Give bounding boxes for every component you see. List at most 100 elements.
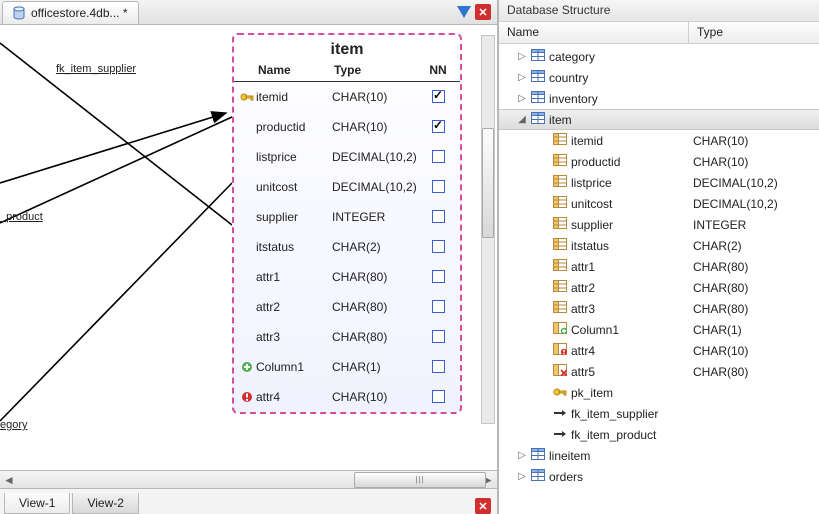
tree-child-row[interactable]: pk_item — [499, 382, 819, 403]
entity-row[interactable]: supplierINTEGER — [234, 202, 460, 232]
menu-triangle-icon[interactable] — [457, 6, 471, 18]
close-editor-icon[interactable]: ✕ — [475, 4, 491, 20]
node-type: DECIMAL(10,2) — [689, 197, 813, 211]
entity-rows: itemidCHAR(10)productidCHAR(10)listprice… — [234, 82, 460, 412]
nn-checkbox[interactable] — [432, 330, 452, 344]
nn-checkbox[interactable] — [432, 210, 452, 224]
nn-checkbox[interactable] — [432, 360, 452, 374]
column-type: CHAR(1) — [332, 360, 432, 374]
entity-item[interactable]: item Name Type NN itemidCHAR(10)producti… — [232, 33, 462, 414]
node-label: attr3 — [571, 302, 595, 316]
nn-checkbox[interactable] — [432, 120, 452, 134]
entity-row[interactable]: attr3CHAR(80) — [234, 322, 460, 352]
canvas-vscroll[interactable] — [481, 35, 495, 424]
tree-table-row[interactable]: ▷inventory — [499, 88, 819, 109]
app-root: officestore.4db... * ✕ fk_item_supplier … — [0, 0, 819, 514]
column-name: Column1 — [256, 360, 332, 374]
nn-checkbox[interactable] — [432, 180, 452, 194]
node-icon — [553, 407, 567, 421]
node-type: CHAR(10) — [689, 155, 813, 169]
structure-header: Name Type — [499, 22, 819, 44]
tree-table-row[interactable]: ▷country — [499, 67, 819, 88]
entity-row[interactable]: attr2CHAR(80) — [234, 292, 460, 322]
tree-child-row[interactable]: fk_item_supplier — [499, 403, 819, 424]
hscroll-track[interactable]: ||| — [18, 472, 479, 488]
row-status-icon — [238, 92, 256, 102]
nn-checkbox[interactable] — [432, 390, 452, 404]
expand-twist-icon[interactable]: ▷ — [517, 93, 527, 104]
node-label: fk_item_product — [571, 428, 656, 442]
node-label: fk_item_supplier — [571, 407, 658, 421]
er-canvas[interactable]: fk_item_supplier _product egory item Nam… — [0, 25, 497, 470]
node-label: productid — [571, 155, 620, 169]
tree-child-row[interactable]: attr4CHAR(10) — [499, 340, 819, 361]
tree-child-row[interactable]: listpriceDECIMAL(10,2) — [499, 172, 819, 193]
structure-header-type[interactable]: Type — [689, 22, 819, 43]
expand-twist-icon[interactable]: ◢ — [517, 114, 527, 125]
view-tabbar: View-1 View-2 ✕ — [0, 488, 497, 514]
entity-row[interactable]: attr4CHAR(10) — [234, 382, 460, 412]
hscroll-left-icon[interactable]: ◄ — [0, 473, 18, 487]
editor-tab-label: officestore.4db... * — [31, 6, 128, 20]
tree-child-row[interactable]: Column1CHAR(1) — [499, 319, 819, 340]
column-type: CHAR(80) — [332, 330, 432, 344]
canvas-vscroll-thumb[interactable] — [482, 128, 494, 238]
tree-child-row[interactable]: productid CHAR(10) — [499, 151, 819, 172]
node-icon — [553, 280, 567, 295]
column-name: attr3 — [256, 330, 332, 344]
column-type: DECIMAL(10,2) — [332, 150, 432, 164]
nn-checkbox[interactable] — [432, 90, 452, 104]
structure-tree[interactable]: ▷category▷country▷inventory◢itemitemidCH… — [499, 44, 819, 514]
canvas-hscroll[interactable]: ◄ ||| ► — [0, 470, 497, 488]
column-name: listprice — [256, 150, 332, 164]
row-status-icon — [238, 391, 256, 403]
entity-row[interactable]: itstatusCHAR(2) — [234, 232, 460, 262]
tree-child-row[interactable]: attr5CHAR(80) — [499, 361, 819, 382]
stub-category[interactable]: egory — [0, 419, 28, 431]
structure-title: Database Structure — [499, 0, 819, 22]
nn-checkbox[interactable] — [432, 150, 452, 164]
fk-label[interactable]: fk_item_supplier — [56, 63, 136, 75]
close-icon: ✕ — [475, 498, 491, 514]
node-icon — [531, 49, 545, 64]
hscroll-thumb[interactable]: ||| — [354, 472, 486, 488]
entity-row[interactable]: attr1CHAR(80) — [234, 262, 460, 292]
node-label: listprice — [571, 176, 612, 190]
expand-twist-icon[interactable]: ▷ — [517, 72, 527, 83]
node-icon — [553, 196, 567, 211]
tree-table-row[interactable]: ▷orders — [499, 466, 819, 487]
column-name: attr2 — [256, 300, 332, 314]
nn-checkbox[interactable] — [432, 300, 452, 314]
nn-checkbox[interactable] — [432, 270, 452, 284]
stub-product[interactable]: _product — [0, 211, 43, 223]
entity-row[interactable]: productidCHAR(10) — [234, 112, 460, 142]
view-tab-2[interactable]: View-2 — [72, 493, 138, 514]
tree-child-row[interactable]: itstatusCHAR(2) — [499, 235, 819, 256]
editor-tab[interactable]: officestore.4db... * — [2, 1, 139, 24]
expand-twist-icon[interactable]: ▷ — [517, 471, 527, 482]
entity-row[interactable]: Column1CHAR(1) — [234, 352, 460, 382]
entity-row[interactable]: itemidCHAR(10) — [234, 82, 460, 112]
entity-row[interactable]: listpriceDECIMAL(10,2) — [234, 142, 460, 172]
nn-checkbox[interactable] — [432, 240, 452, 254]
tree-child-row[interactable]: fk_item_product — [499, 424, 819, 445]
node-label: attr5 — [571, 365, 595, 379]
tree-table-row[interactable]: ▷lineitem — [499, 445, 819, 466]
expand-twist-icon[interactable]: ▷ — [517, 51, 527, 62]
expand-twist-icon[interactable]: ▷ — [517, 450, 527, 461]
tree-child-row[interactable]: attr1CHAR(80) — [499, 256, 819, 277]
database-icon — [13, 6, 25, 20]
tree-child-row[interactable]: unitcostDECIMAL(10,2) — [499, 193, 819, 214]
tree-table-row[interactable]: ◢item — [499, 109, 819, 130]
tree-child-row[interactable]: supplierINTEGER — [499, 214, 819, 235]
tree-child-row[interactable]: itemidCHAR(10) — [499, 130, 819, 151]
tree-table-row[interactable]: ▷category — [499, 46, 819, 67]
view-tabs-close[interactable]: ✕ — [475, 498, 491, 514]
node-icon — [553, 322, 567, 337]
entity-row[interactable]: unitcostDECIMAL(10,2) — [234, 172, 460, 202]
tree-child-row[interactable]: attr2CHAR(80) — [499, 277, 819, 298]
structure-header-name[interactable]: Name — [499, 22, 689, 43]
view-tab-1[interactable]: View-1 — [4, 493, 70, 514]
tree-child-row[interactable]: attr3CHAR(80) — [499, 298, 819, 319]
entity-header-nn: NN — [424, 63, 452, 77]
